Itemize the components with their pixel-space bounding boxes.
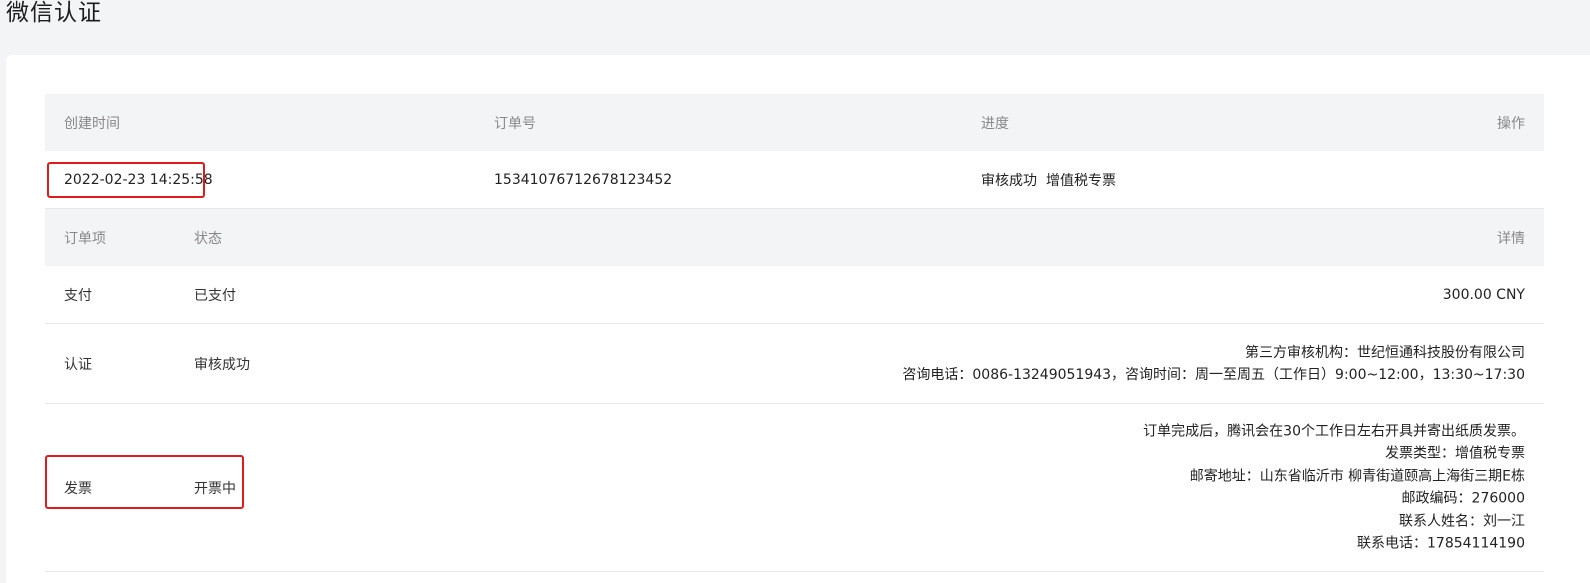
order-table: 创建时间 订单号 进度 操作 2022-02-23 14:25:58 15341…: [45, 94, 1544, 572]
items-header-row: 订单项 状态 详情: [45, 209, 1544, 266]
page-title: 微信认证: [6, 0, 102, 26]
item-name: 认证: [64, 356, 92, 373]
detail-line: 订单完成后，腾讯会在30个工作日左右开具并寄出纸质发票。: [1143, 423, 1525, 439]
item-status: 已支付: [194, 287, 236, 304]
header-order-no: 订单号: [494, 115, 536, 132]
detail-line: 邮政编码：276000: [1401, 490, 1525, 507]
table-row-payment: 支付 已支付 300.00 CNY: [45, 266, 1544, 324]
progress-status: 审核成功: [981, 172, 1037, 189]
item-status: 开票中: [194, 480, 236, 497]
table-row-invoice: 发票 开票中 订单完成后，腾讯会在30个工作日左右开具并寄出纸质发票。 发票类型…: [45, 404, 1544, 572]
item-detail: 300.00 CNY: [1442, 286, 1525, 303]
detail-line: 联系电话：17854114190: [1357, 535, 1525, 552]
item-name: 支付: [64, 287, 92, 304]
order-row: 2022-02-23 14:25:58 15341076712678123452…: [45, 151, 1544, 209]
order-number: 15341076712678123452: [494, 171, 673, 188]
detail-line: 咨询电话：0086-13249051943，咨询时间：周一至周五（工作日）9:0…: [902, 366, 1525, 383]
item-status: 审核成功: [194, 356, 250, 373]
progress-invoice-type: 增值税专票: [1046, 172, 1116, 189]
header-item: 订单项: [64, 230, 106, 247]
header-action: 操作: [1497, 115, 1525, 132]
header-created-time: 创建时间: [64, 115, 120, 132]
detail-line: 联系人姓名：刘一江: [1399, 513, 1525, 529]
item-detail: 第三方审核机构：世纪恒通科技股份有限公司 咨询电话：0086-132490519…: [902, 342, 1525, 386]
table-header-row: 创建时间 订单号 进度 操作: [45, 94, 1544, 151]
order-created-time: 2022-02-23 14:25:58: [64, 171, 213, 188]
table-row-certification: 认证 审核成功 第三方审核机构：世纪恒通科技股份有限公司 咨询电话：0086-1…: [45, 324, 1544, 404]
order-card: 创建时间 订单号 进度 操作 2022-02-23 14:25:58 15341…: [6, 55, 1590, 583]
header-status: 状态: [194, 230, 222, 247]
detail-line: 第三方审核机构：世纪恒通科技股份有限公司: [1245, 344, 1525, 361]
item-detail: 订单完成后，腾讯会在30个工作日左右开具并寄出纸质发票。 发票类型：增值税专票 …: [1143, 420, 1525, 555]
detail-line: 发票类型：增值税专票: [1385, 445, 1525, 462]
order-progress: 审核成功 增值税专票: [981, 170, 1116, 190]
header-detail: 详情: [1497, 230, 1525, 247]
header-progress: 进度: [981, 115, 1009, 132]
detail-line: 邮寄地址：山东省临沂市 柳青街道颐高上海街三期E栋: [1189, 468, 1525, 484]
item-name: 发票: [64, 480, 92, 497]
